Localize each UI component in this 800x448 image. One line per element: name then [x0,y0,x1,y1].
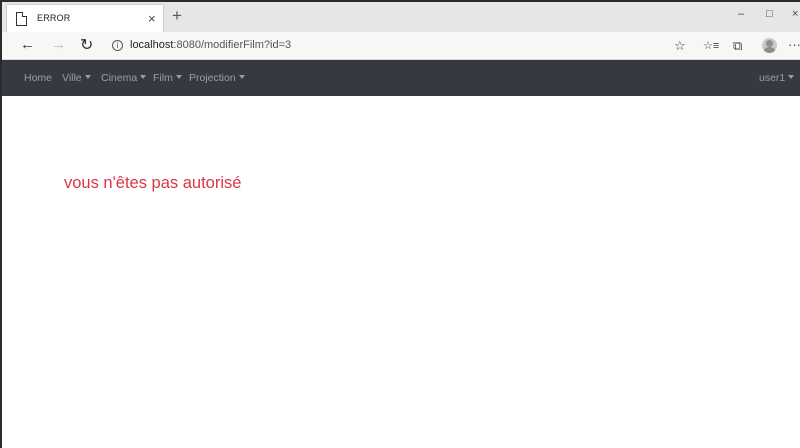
browser-window: ERROR × + – □ × ← → ↻ i localhost:8080/m… [0,0,800,448]
caret-down-icon [140,75,147,80]
nav-item-ville[interactable]: Ville [62,72,91,84]
caret-down-icon [238,75,245,80]
restore-icon[interactable]: □ [766,8,773,20]
page-content: vous n'êtes pas autorisé [2,96,800,448]
new-tab-icon[interactable]: + [172,6,182,26]
nav-item-projection[interactable]: Projection [189,72,245,84]
caret-down-icon [788,75,795,80]
reload-icon[interactable]: ↻ [80,35,93,55]
star-icon[interactable]: ☆ [674,38,686,54]
nav-item-label: Home [24,72,53,84]
nav-item-cinema[interactable]: Cinema [101,72,147,84]
tab-strip: ERROR × + – □ × [2,2,800,32]
browser-tab[interactable]: ERROR × [6,4,164,32]
nav-item-home[interactable]: Home [24,72,52,84]
back-icon[interactable]: ← [20,36,35,53]
favorites-icon[interactable]: ☆≡ [703,39,719,52]
nav-item-user[interactable]: user1 [759,72,795,84]
nav-item-label: Cinema [101,72,138,84]
nav-item-label: Film [153,72,173,84]
tab-close-icon[interactable]: × [148,11,156,26]
url-host: localhost [130,39,174,51]
address-bar-row: ← → ↻ i localhost:8080/modifierFilm?id=3… [2,32,800,60]
profile-icon[interactable] [762,38,777,53]
nav-item-label: user1 [759,72,786,84]
nav-item-label: Ville [62,72,82,84]
site-info-icon[interactable]: i [112,40,123,51]
url-field[interactable]: localhost:8080/modifierFilm?id=3 [130,39,291,51]
close-window-icon[interactable]: × [792,8,798,20]
minimize-icon[interactable]: – [738,8,744,20]
app-navbar: Home Ville Cinema Film Projection user1 [2,60,800,96]
error-message: vous n'êtes pas autorisé [64,174,242,192]
page-icon [16,12,27,26]
collections-icon[interactable]: ⧉ [733,38,742,54]
forward-icon[interactable]: → [51,36,66,53]
more-icon[interactable]: ··· [788,37,800,52]
caret-down-icon [175,75,182,80]
nav-item-label: Projection [189,72,236,84]
url-path: :8080/modifierFilm?id=3 [173,39,292,51]
caret-down-icon [84,75,91,80]
nav-item-film[interactable]: Film [153,72,182,84]
tab-title: ERROR [37,13,71,23]
